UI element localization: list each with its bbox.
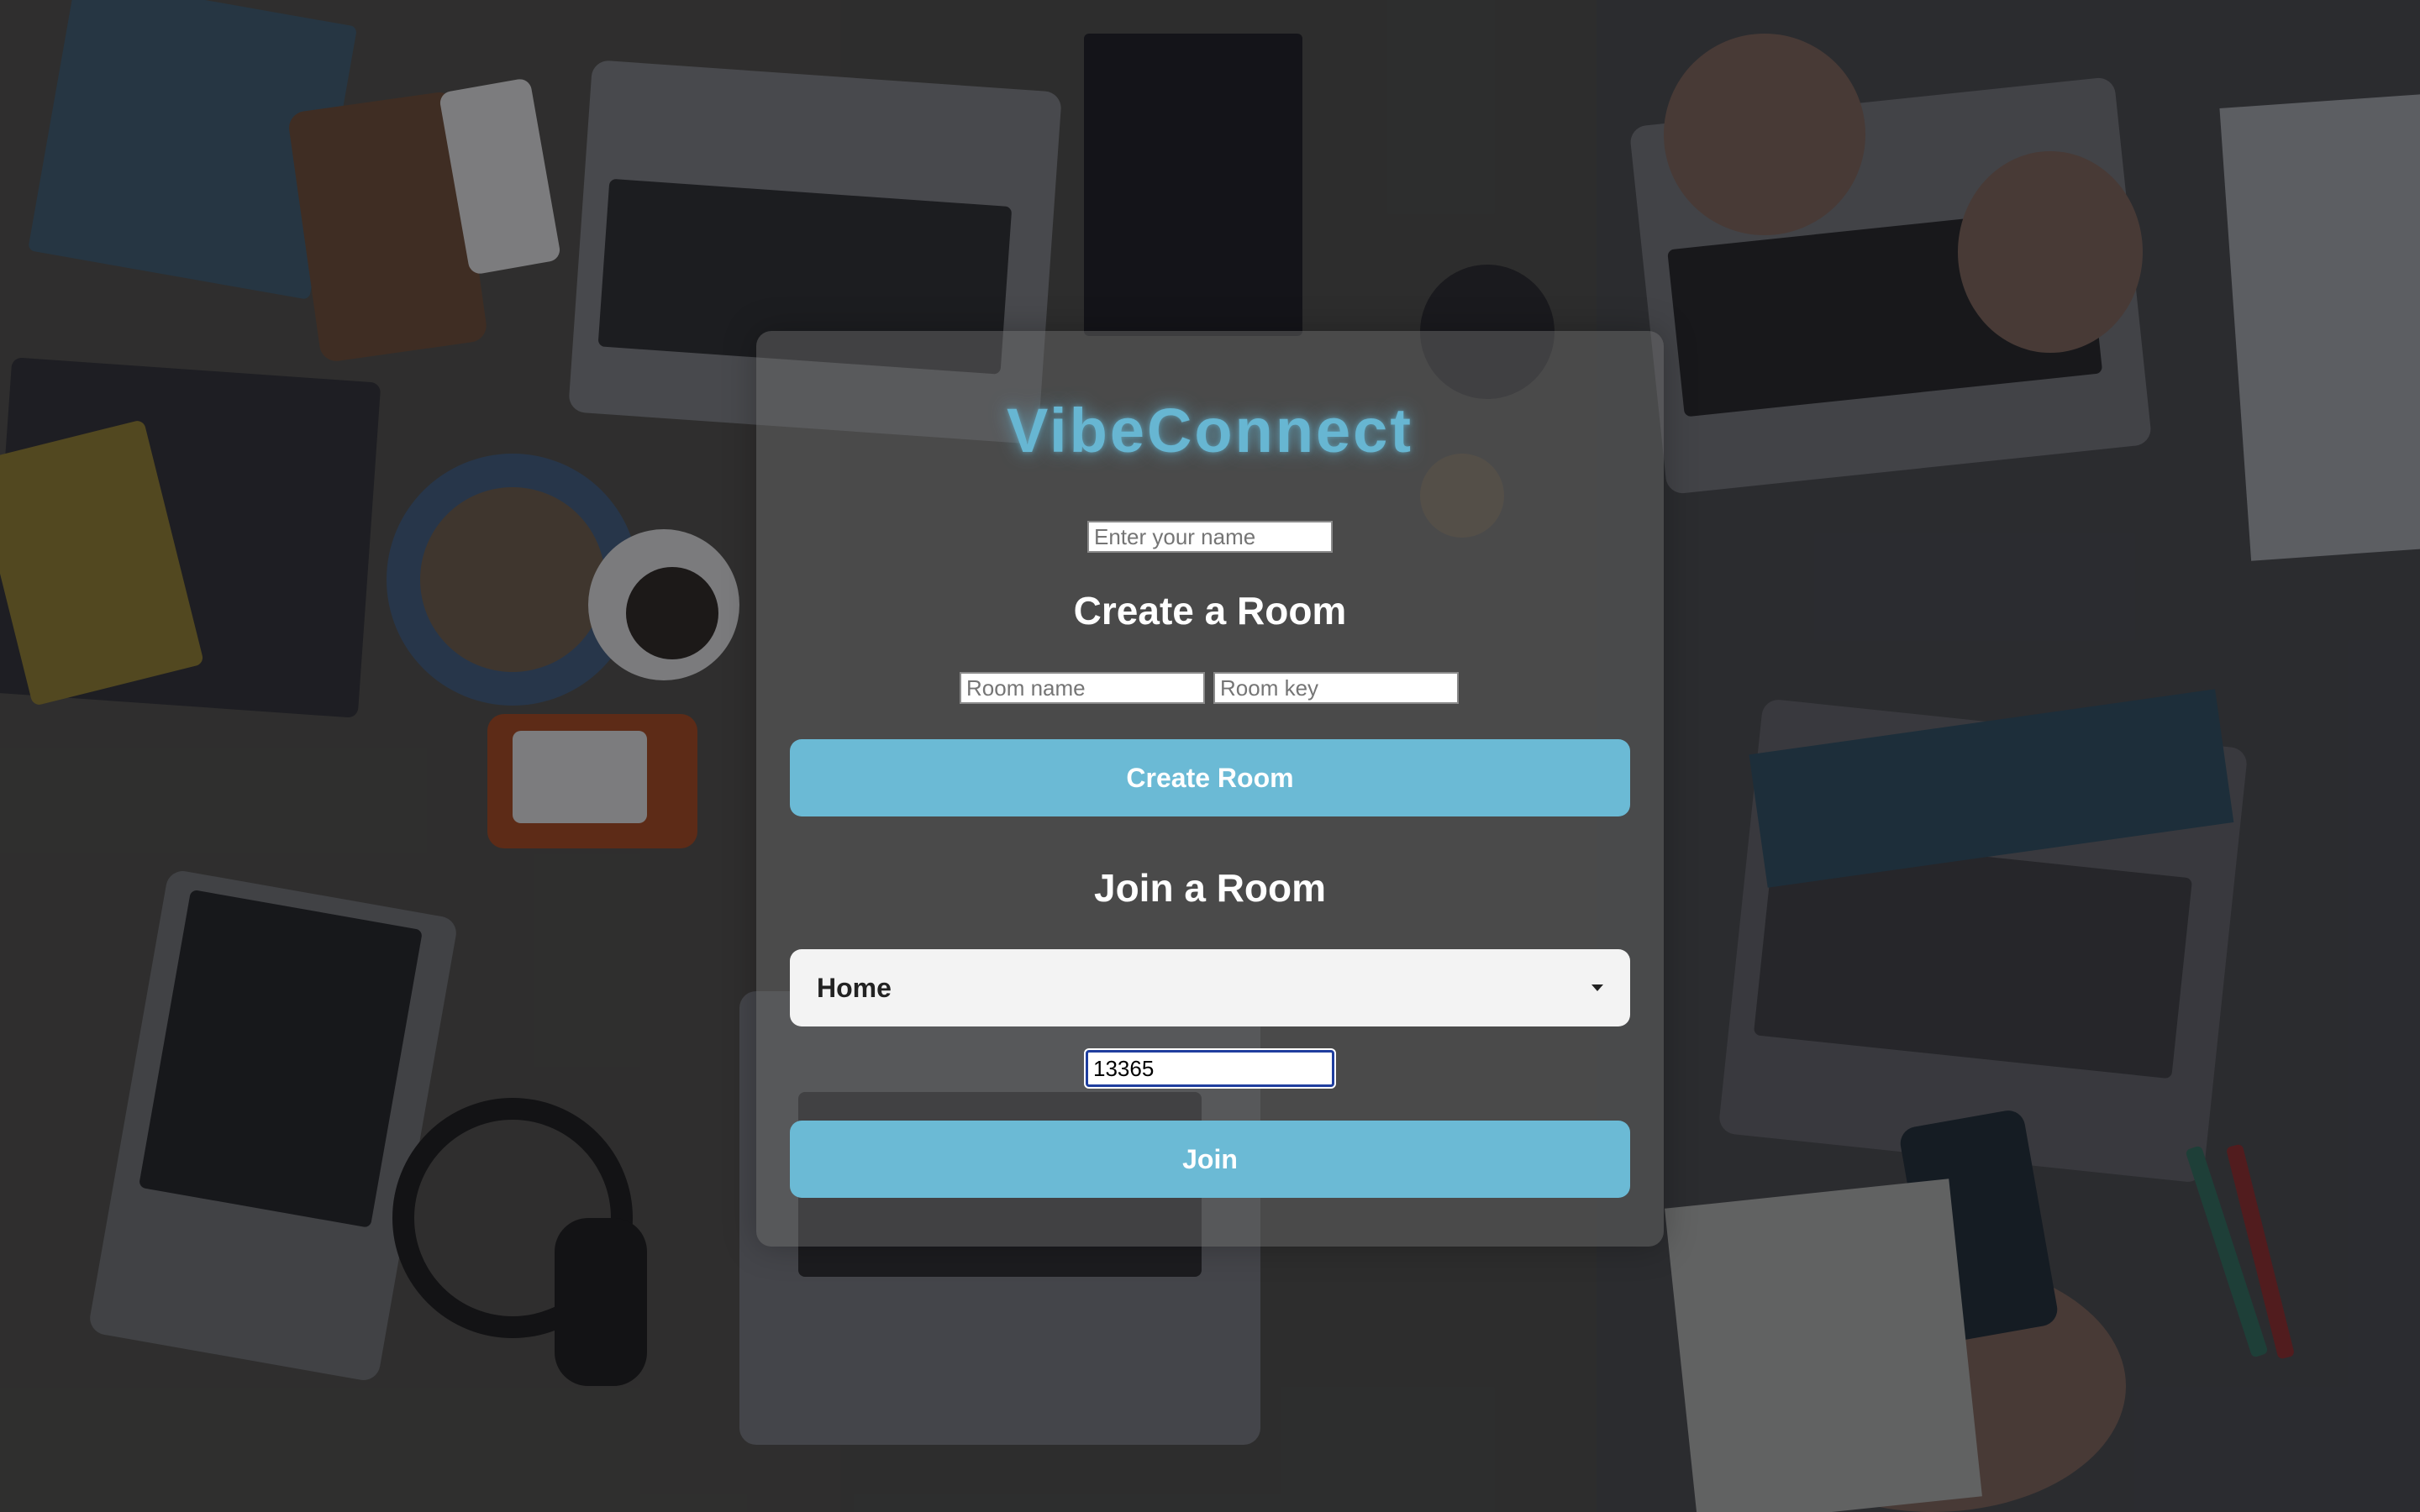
create-room-button[interactable]: Create Room	[790, 739, 1630, 816]
join-button[interactable]: Join	[790, 1121, 1630, 1198]
app-title: VibeConnect	[1007, 396, 1413, 465]
caret-down-icon	[1591, 984, 1603, 991]
room-key-input[interactable]	[1213, 672, 1459, 704]
room-panel: VibeConnect Create a Room Create Room Jo…	[756, 331, 1664, 1247]
room-select-value: Home	[817, 972, 892, 1003]
join-key-input[interactable]	[1086, 1050, 1334, 1087]
room-select[interactable]: Home	[790, 949, 1630, 1026]
join-room-heading: Join a Room	[1093, 866, 1327, 910]
create-room-heading: Create a Room	[1073, 589, 1347, 633]
room-name-input[interactable]	[960, 672, 1205, 704]
name-input[interactable]	[1087, 521, 1333, 553]
